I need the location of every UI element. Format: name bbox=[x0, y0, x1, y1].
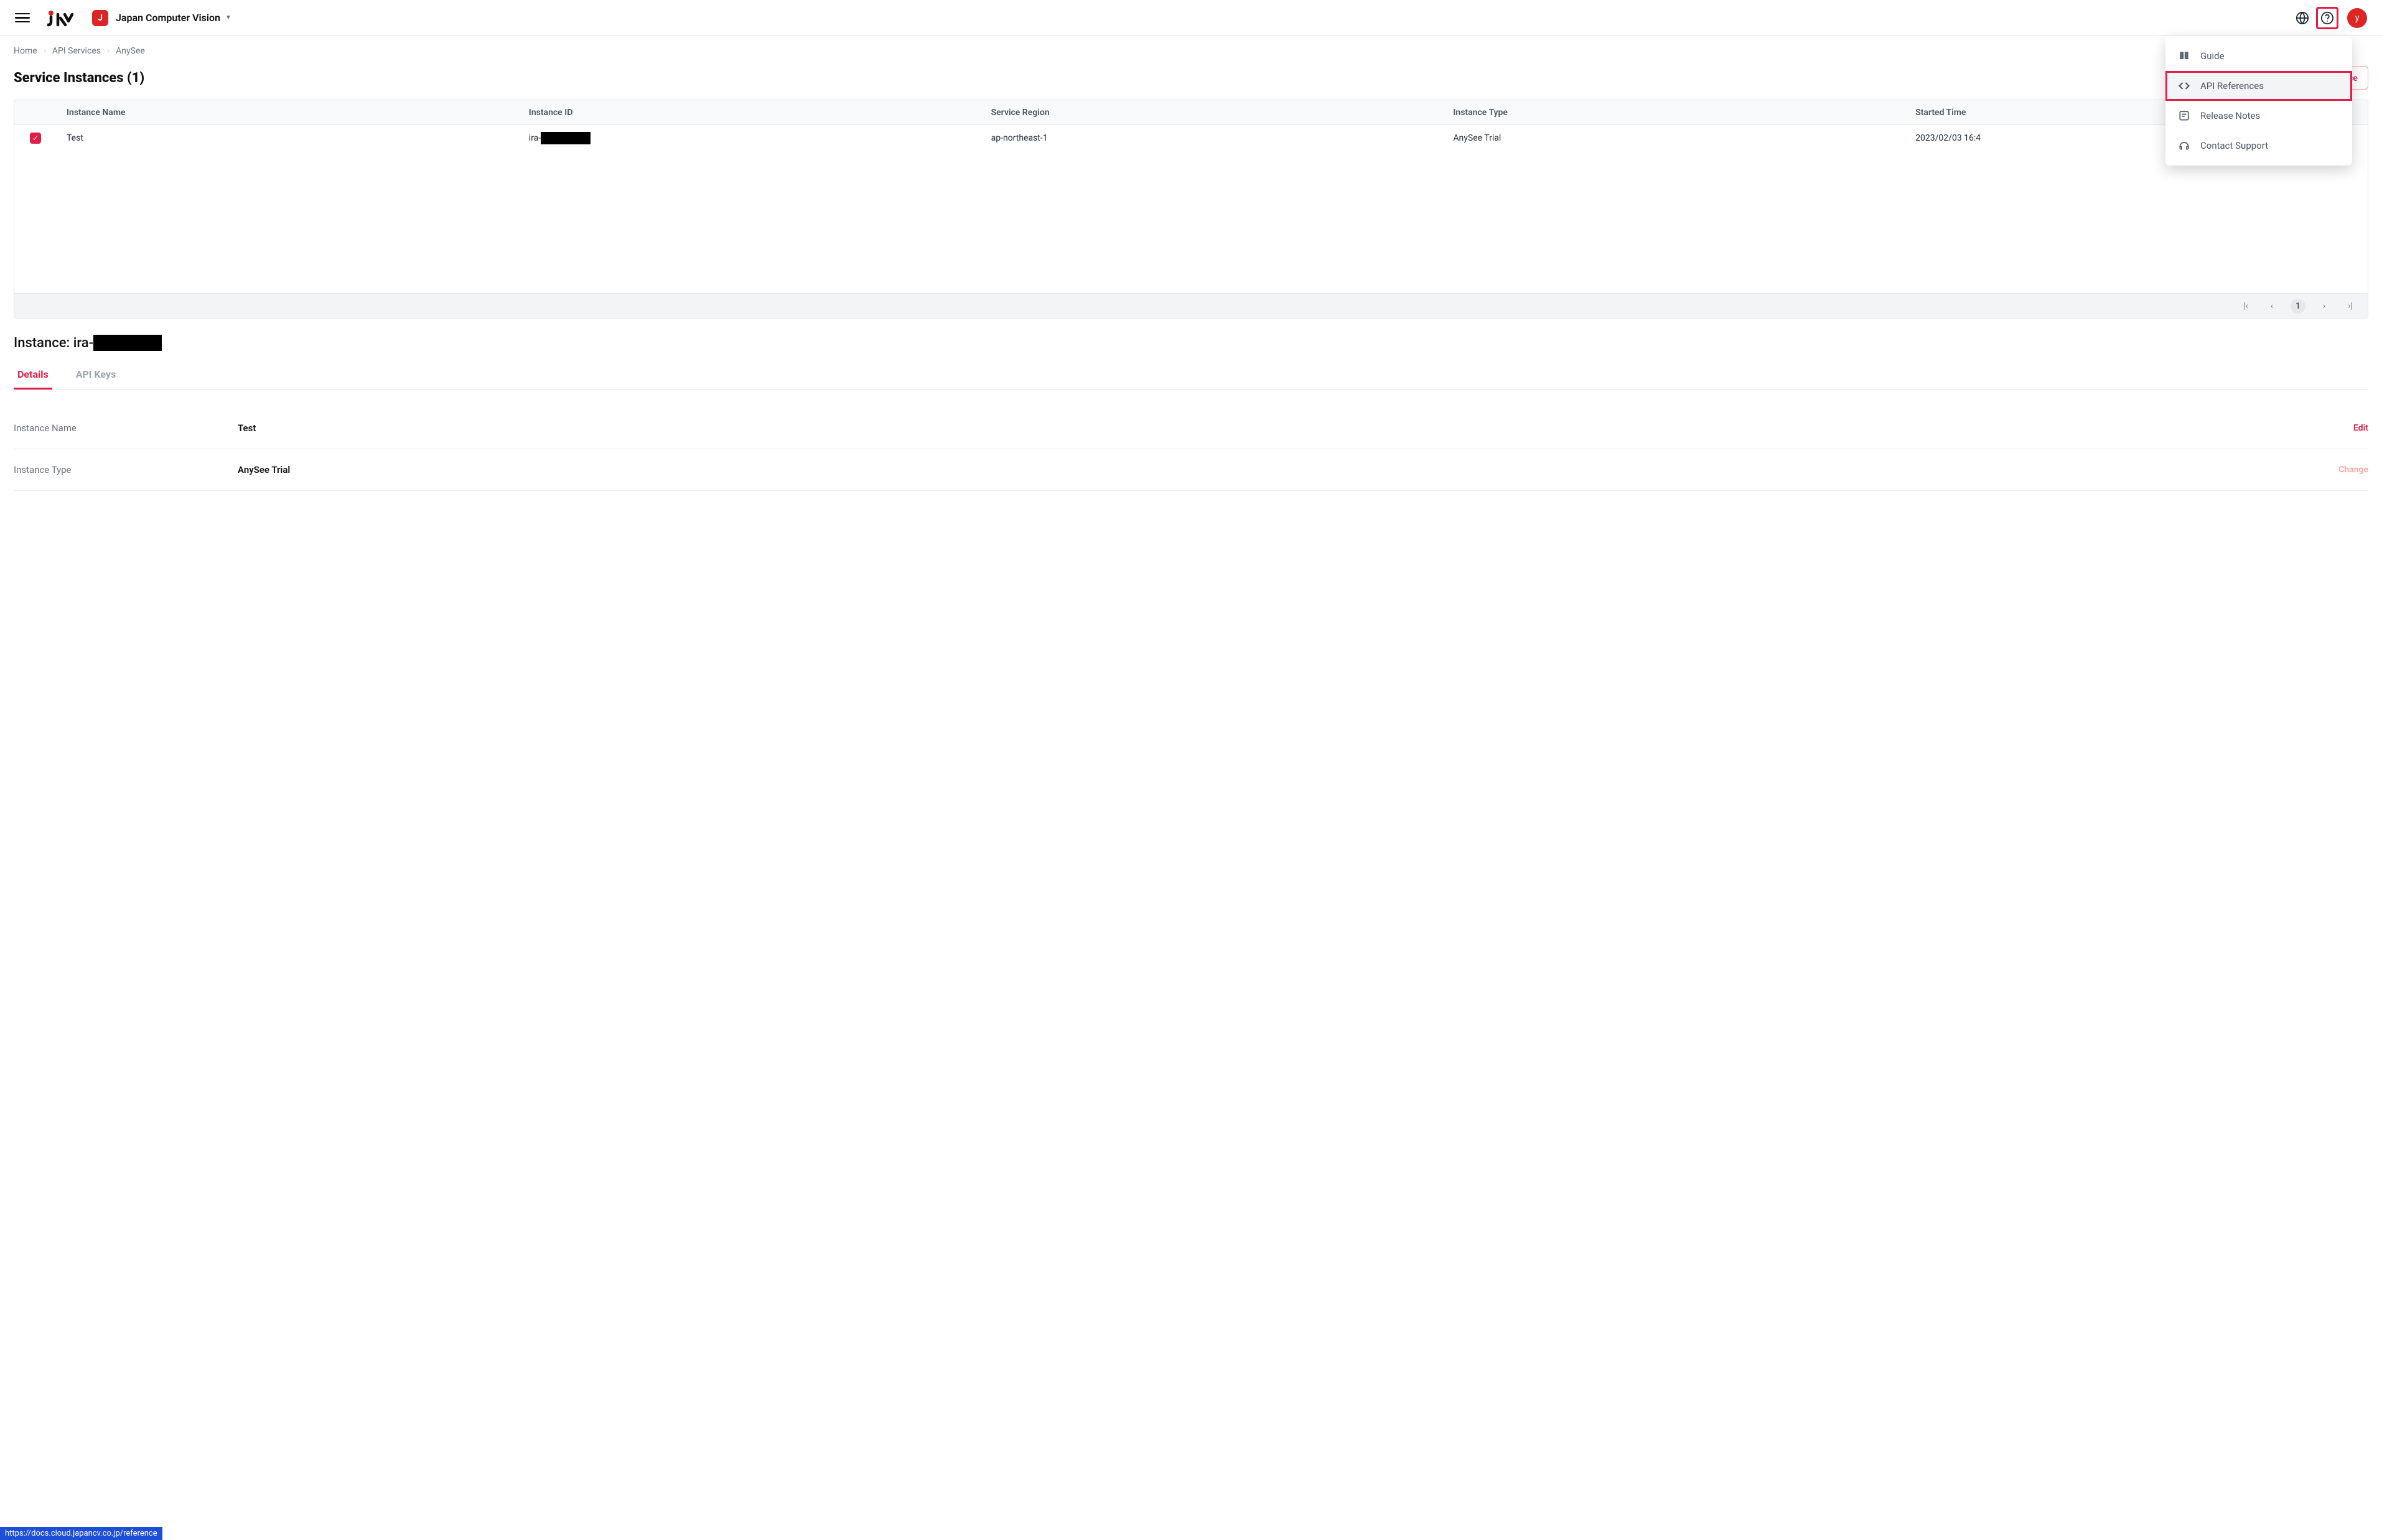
help-menu-label: Contact Support bbox=[2200, 140, 2268, 151]
org-badge: J bbox=[92, 10, 108, 26]
help-menu-guide[interactable]: Guide bbox=[2165, 41, 2352, 71]
help-menu-api-references[interactable]: API References bbox=[2165, 71, 2352, 101]
column-instance-id: Instance ID bbox=[516, 108, 979, 118]
tab-api-keys[interactable]: API Keys bbox=[72, 362, 120, 390]
cell-service-region: ap-northeast-1 bbox=[979, 133, 1441, 143]
column-instance-type: Instance Type bbox=[1441, 108, 1903, 118]
page-title: Service Instances (1) bbox=[14, 70, 144, 86]
help-menu-release-notes[interactable]: Release Notes bbox=[2165, 101, 2352, 131]
detail-value: Test bbox=[238, 422, 2353, 434]
redacted bbox=[541, 132, 591, 144]
chevron-right-icon: › bbox=[107, 46, 110, 56]
edit-button[interactable]: Edit bbox=[2353, 423, 2368, 433]
cell-instance-id: ira- bbox=[516, 132, 979, 144]
help-menu-label: API References bbox=[2200, 80, 2264, 91]
app-header: J Japan Computer Vision ▼ y bbox=[0, 0, 2382, 36]
breadcrumb: Home › API Services › AnySee bbox=[14, 46, 2368, 56]
page-first-icon[interactable]: |‹ bbox=[2238, 299, 2253, 314]
detail-label: Instance Name bbox=[14, 422, 238, 434]
table-row[interactable]: ✓ Test ira- ap-northeast-1 AnySee Trial … bbox=[14, 125, 2368, 151]
page-prev-icon[interactable]: ‹ bbox=[2264, 299, 2279, 314]
breadcrumb-anysee[interactable]: AnySee bbox=[116, 46, 145, 56]
column-instance-name: Instance Name bbox=[54, 108, 516, 118]
table-header: Instance Name Instance ID Service Region… bbox=[14, 100, 2368, 125]
tab-details[interactable]: Details bbox=[14, 362, 52, 390]
user-avatar[interactable]: y bbox=[2347, 8, 2367, 28]
pagination: |‹ ‹ 1 › ›| bbox=[14, 293, 2368, 318]
chevron-right-icon: › bbox=[44, 46, 46, 56]
org-name[interactable]: Japan Computer Vision bbox=[116, 12, 220, 24]
globe-icon[interactable] bbox=[2291, 7, 2314, 29]
detail-tabs: Details API Keys bbox=[14, 362, 2368, 390]
redacted bbox=[93, 335, 162, 351]
column-service-region: Service Region bbox=[979, 108, 1441, 118]
status-bar-url: https://docs.cloud.japancv.co.jp/referen… bbox=[0, 1527, 162, 1540]
cell-instance-name: Test bbox=[54, 133, 516, 143]
detail-row-instance-type: Instance Type AnySee Trial Change bbox=[14, 449, 2368, 491]
help-menu-label: Release Notes bbox=[2200, 110, 2260, 121]
help-menu-contact-support[interactable]: Contact Support bbox=[2165, 131, 2352, 161]
page-last-icon[interactable]: ›| bbox=[2343, 299, 2358, 314]
help-menu-label: Guide bbox=[2200, 50, 2225, 62]
menu-icon[interactable] bbox=[15, 11, 30, 26]
page-next-icon[interactable]: › bbox=[2317, 299, 2332, 314]
instance-detail-title: Instance: ira- bbox=[14, 335, 2368, 351]
row-checkbox[interactable]: ✓ bbox=[30, 133, 41, 144]
detail-row-instance-name: Instance Name Test Edit bbox=[14, 408, 2368, 449]
breadcrumb-home[interactable]: Home bbox=[14, 46, 37, 56]
instances-table: Instance Name Instance ID Service Region… bbox=[14, 100, 2368, 319]
help-dropdown: Guide API References Release Notes Conta… bbox=[2165, 36, 2352, 166]
page-current[interactable]: 1 bbox=[2291, 299, 2305, 314]
change-button: Change bbox=[2338, 465, 2368, 475]
cell-instance-type: AnySee Trial bbox=[1441, 133, 1903, 143]
detail-value: AnySee Trial bbox=[238, 464, 2338, 475]
chevron-down-icon[interactable]: ▼ bbox=[225, 14, 231, 21]
breadcrumb-api-services[interactable]: API Services bbox=[52, 46, 101, 56]
help-icon[interactable] bbox=[2316, 7, 2338, 29]
detail-label: Instance Type bbox=[14, 464, 238, 475]
brand-logo[interactable] bbox=[47, 9, 75, 27]
